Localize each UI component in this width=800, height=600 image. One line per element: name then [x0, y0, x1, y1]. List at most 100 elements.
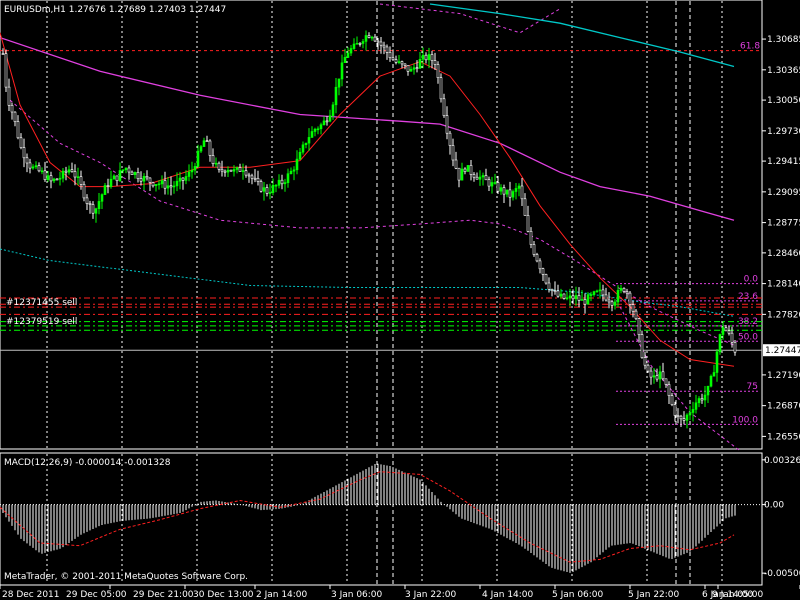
candle-body — [511, 191, 515, 198]
candle-body — [313, 128, 317, 132]
candle-body — [286, 173, 290, 183]
candle-body — [64, 170, 68, 173]
candle-body — [673, 404, 677, 416]
time-tick-label: 30 Dec 13:00 — [193, 590, 254, 600]
candle-body — [202, 140, 206, 147]
candle-body — [727, 330, 731, 334]
resistance-label: 61.8 — [740, 42, 760, 52]
candle-body — [328, 115, 332, 122]
candle-body — [733, 341, 737, 353]
candle-body — [496, 182, 500, 192]
candle-body — [7, 86, 11, 106]
candle-body — [445, 115, 449, 134]
candle-body — [295, 158, 299, 171]
candle-body — [304, 142, 308, 146]
candle-body — [637, 318, 641, 336]
price-tick-label: 1.28460 — [767, 249, 800, 259]
candle-body — [724, 327, 728, 332]
candle-body — [454, 159, 458, 169]
candle-body — [661, 371, 665, 380]
candle-body — [544, 274, 548, 284]
macd-tick-label: 0.003266 — [764, 456, 800, 466]
candle-body — [628, 292, 632, 305]
candle-body — [1, 53, 5, 55]
candle-body — [346, 52, 350, 58]
candle-body — [697, 398, 701, 404]
candle-body — [418, 58, 422, 69]
candle-body — [667, 384, 671, 396]
candle-body — [199, 146, 203, 152]
candle-body — [577, 295, 581, 301]
candle-body — [103, 185, 107, 195]
candle-body — [331, 104, 335, 117]
candle-body — [700, 398, 704, 401]
candle-body — [607, 299, 611, 303]
time-tick-label: 2 Jan 14:00 — [256, 590, 308, 600]
candle-body — [205, 140, 209, 142]
candle-body — [505, 189, 509, 195]
candle-body — [49, 175, 53, 182]
candle-body — [154, 184, 158, 186]
candle-body — [106, 185, 110, 187]
candle-body — [112, 175, 116, 180]
candle-body — [79, 176, 83, 185]
candle-body — [184, 176, 188, 181]
price-tick-label: 1.30365 — [767, 66, 800, 76]
candle-body — [730, 332, 734, 343]
candle-body — [340, 62, 344, 80]
candle-body — [190, 169, 194, 173]
candle-body — [514, 188, 518, 192]
candle-body — [139, 178, 143, 182]
candle-body — [400, 61, 404, 65]
candle-body — [58, 177, 62, 180]
candle-body — [520, 185, 524, 200]
candle-body — [25, 157, 29, 164]
candle-body — [91, 204, 95, 214]
fib-level-label: 38.2 — [738, 317, 758, 327]
candle-body — [565, 297, 569, 300]
candle-body — [409, 69, 413, 72]
candle-body — [451, 145, 455, 161]
candle-body — [352, 43, 356, 49]
candlestick-chart[interactable]: 1.30685 1.30365 1.30050 1.29730 1.29415 1.290… — [0, 0, 800, 600]
candle-body — [559, 293, 563, 297]
candle-body — [172, 185, 176, 188]
candle-body — [664, 378, 668, 385]
candle-body — [571, 295, 575, 300]
price-tick-label: 1.30050 — [767, 96, 800, 106]
time-tick-label: 5 Jan 22:00 — [628, 590, 680, 600]
candle-body — [481, 175, 485, 178]
candle-body — [13, 111, 17, 122]
candle-body — [259, 181, 263, 192]
candle-body — [310, 131, 314, 138]
candle-body — [301, 144, 305, 153]
candle-body — [547, 282, 551, 290]
candle-body — [169, 185, 173, 188]
candle-body — [280, 179, 284, 185]
candle-body — [385, 46, 389, 53]
candle-body — [349, 48, 353, 54]
candle-body — [262, 187, 266, 192]
candle-body — [241, 170, 245, 172]
candle-body — [694, 402, 698, 410]
candle-body — [217, 162, 221, 170]
candle-body — [442, 98, 446, 116]
candle-body — [448, 132, 452, 146]
candle-body — [316, 128, 320, 131]
candle-body — [406, 65, 410, 72]
candle-body — [85, 197, 89, 204]
fib-level-label: 50.0 — [738, 332, 758, 342]
time-tick-label: 29 Dec 05:00 — [66, 590, 127, 600]
candle-body — [70, 169, 74, 172]
candle-body — [265, 187, 269, 194]
candle-body — [532, 244, 536, 255]
candle-body — [682, 418, 686, 421]
candle-body — [253, 177, 257, 180]
candle-body — [421, 54, 425, 60]
candle-body — [325, 120, 329, 123]
candle-body — [250, 175, 254, 179]
time-tick-label: 3 Jan 06:00 — [331, 590, 383, 600]
candle-body — [526, 215, 530, 232]
candle-body — [292, 169, 296, 172]
candle-body — [457, 167, 461, 181]
